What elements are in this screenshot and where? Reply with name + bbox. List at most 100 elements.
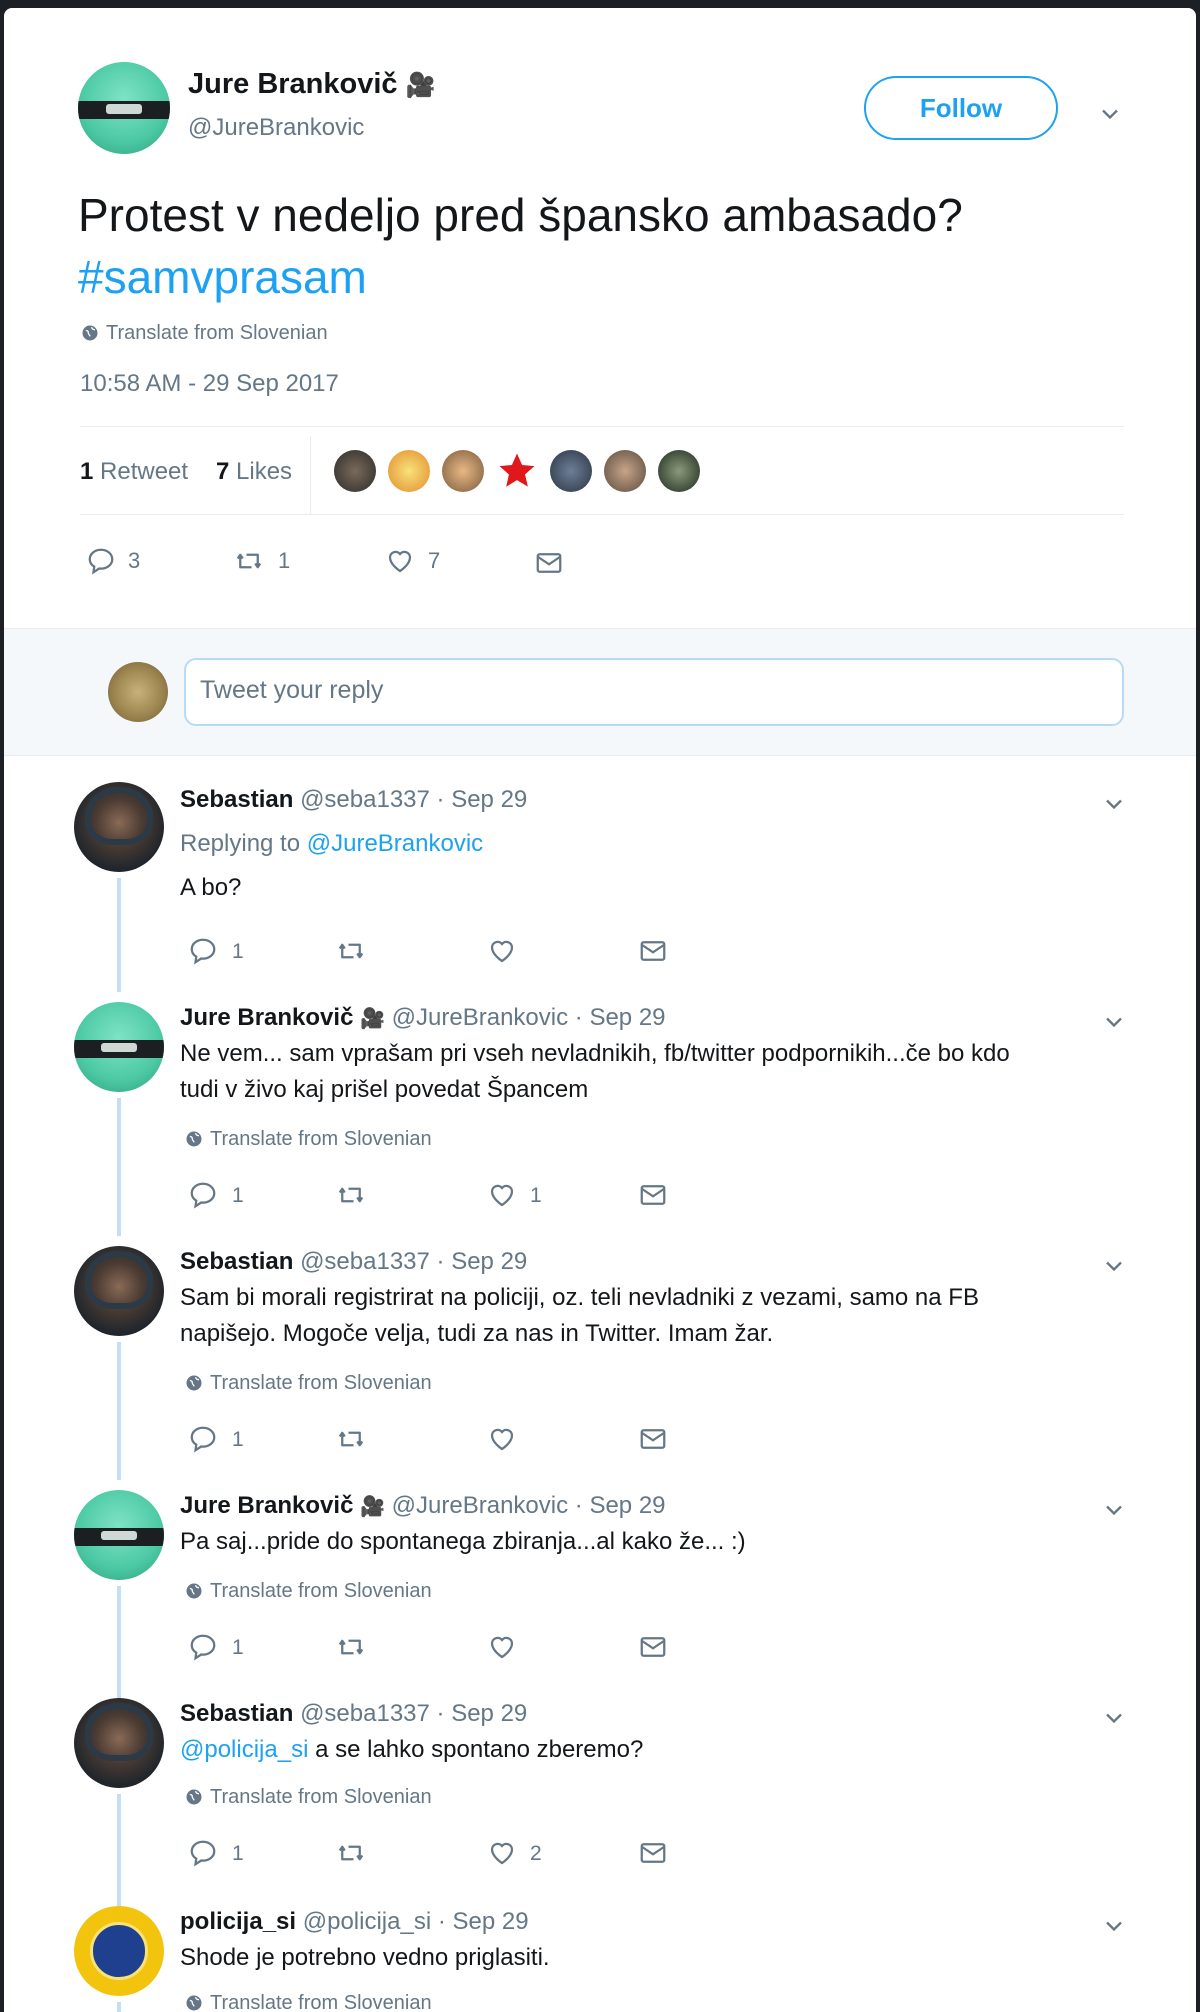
liker-avatar[interactable]	[604, 450, 646, 492]
reply-icon	[188, 936, 218, 966]
liker-avatar[interactable]	[550, 450, 592, 492]
like-action[interactable]: 1	[486, 1180, 542, 1210]
translate-link[interactable]: Translate from Slovenian	[184, 1128, 432, 1151]
author-handle[interactable]: @JureBrankovic	[188, 114, 364, 142]
retweet-icon[interactable]	[334, 1424, 368, 1454]
reply-avatar[interactable]	[74, 1246, 164, 1336]
liker-avatar[interactable]	[442, 450, 484, 492]
retweet-stat[interactable]: 1 Retweet	[80, 458, 188, 486]
reply-action[interactable]: 1	[188, 1632, 244, 1662]
heart-icon	[384, 546, 416, 576]
reply-action[interactable]: 3	[86, 546, 140, 576]
reply-avatar[interactable]	[74, 1490, 164, 1580]
tweet-detail-card: Jure Brankovič 🎥 @JureBrankovic Follow P…	[4, 8, 1196, 2012]
chevron-down-icon[interactable]	[1100, 1496, 1128, 1524]
thread-line	[117, 2002, 121, 2012]
red-star-icon	[499, 453, 535, 487]
stats-separator	[310, 436, 311, 514]
reply-text-line: napišejo. Mogoče velja, tudi za nas in T…	[180, 1320, 774, 1347]
chevron-down-icon[interactable]	[1100, 1008, 1128, 1036]
thread-line	[117, 1342, 121, 1480]
reply-icon	[188, 1838, 218, 1868]
video-camera-icon: 🎥	[360, 1496, 385, 1518]
reply-action[interactable]: 1	[188, 936, 244, 966]
direct-message-icon[interactable]	[532, 548, 566, 578]
translate-link[interactable]: Translate from Slovenian	[184, 1786, 432, 1809]
heart-icon[interactable]	[486, 1632, 518, 1662]
follow-button[interactable]: Follow	[864, 76, 1058, 140]
reply-header: Jure Brankovič 🎥 @JureBrankovic · Sep 29	[180, 1004, 666, 1031]
retweet-icon[interactable]	[334, 1180, 368, 1210]
reply-text: @policija_si a se lahko spontano zberemo…	[180, 1736, 644, 1763]
reply-header: Sebastian @seba1337 · Sep 29	[180, 1700, 528, 1727]
chevron-down-icon[interactable]	[1096, 100, 1124, 128]
liker-avatar[interactable]	[334, 450, 376, 492]
direct-message-icon[interactable]	[636, 1838, 670, 1868]
hashtag-link[interactable]: #samvprasam	[78, 250, 367, 304]
chevron-down-icon[interactable]	[1100, 1252, 1128, 1280]
reply-icon	[188, 1180, 218, 1210]
reply-avatar[interactable]	[74, 1002, 164, 1092]
reply-icon	[86, 546, 116, 576]
reply-text: Pa saj...pride do spontanega zbiranja...…	[180, 1528, 746, 1555]
like-action[interactable]: 2	[486, 1838, 542, 1868]
translate-link[interactable]: Translate from Slovenian	[80, 322, 328, 345]
globe-icon	[184, 1787, 204, 1807]
reply-header: Sebastian @seba1337 · Sep 29	[180, 1248, 528, 1275]
translate-link[interactable]: Translate from Slovenian	[184, 1992, 432, 2012]
retweet-action[interactable]: 1	[232, 546, 290, 576]
thread-line	[117, 1794, 121, 1908]
translate-link[interactable]: Translate from Slovenian	[184, 1580, 432, 1603]
video-camera-icon: 🎥	[405, 72, 436, 99]
direct-message-icon[interactable]	[636, 936, 670, 966]
reply-action[interactable]: 1	[188, 1424, 244, 1454]
reply-header: Jure Brankovič 🎥 @JureBrankovic · Sep 29	[180, 1492, 666, 1519]
tweet-text: Protest v nedeljo pred špansko ambasado?	[78, 189, 963, 241]
thread-line	[117, 878, 121, 992]
globe-icon	[184, 1993, 204, 2012]
globe-icon	[80, 323, 100, 343]
globe-icon	[184, 1581, 204, 1601]
globe-icon	[184, 1129, 204, 1149]
reply-action[interactable]: 1	[188, 1180, 244, 1210]
chevron-down-icon[interactable]	[1100, 1912, 1128, 1940]
reply-text: A bo?	[180, 874, 242, 901]
reply-text: Shode je potrebno vedno priglasiti.	[180, 1944, 550, 1971]
reply-avatar[interactable]	[74, 1698, 164, 1788]
liker-avatar[interactable]	[496, 450, 538, 492]
heart-icon	[486, 1180, 518, 1210]
direct-message-icon[interactable]	[636, 1632, 670, 1662]
retweet-icon[interactable]	[334, 1838, 368, 1868]
replying-to: Replying to @JureBrankovic	[180, 830, 484, 857]
likes-stat[interactable]: 7 Likes	[216, 458, 292, 486]
reply-avatar[interactable]	[74, 1906, 164, 1996]
retweet-icon[interactable]	[334, 1632, 368, 1662]
heart-icon[interactable]	[486, 1424, 518, 1454]
current-user-avatar[interactable]	[108, 662, 168, 722]
like-action[interactable]: 7	[384, 546, 440, 576]
retweet-icon[interactable]	[334, 936, 368, 966]
reply-placeholder: Tweet your reply	[200, 676, 384, 704]
retweet-icon	[232, 546, 266, 576]
reply-avatar[interactable]	[74, 782, 164, 872]
direct-message-icon[interactable]	[636, 1424, 670, 1454]
video-camera-icon: 🎥	[360, 1008, 385, 1030]
reply-action[interactable]: 1	[188, 1838, 244, 1868]
reply-input[interactable]: Tweet your reply	[184, 658, 1124, 726]
direct-message-icon[interactable]	[636, 1180, 670, 1210]
author-name[interactable]: Jure Brankovič 🎥	[188, 68, 436, 101]
heart-icon[interactable]	[486, 936, 518, 966]
chevron-down-icon[interactable]	[1100, 1704, 1128, 1732]
thread-line	[117, 1098, 121, 1236]
chevron-down-icon[interactable]	[1100, 790, 1128, 818]
liker-avatar[interactable]	[658, 450, 700, 492]
reply-header: policija_si @policija_si · Sep 29	[180, 1908, 529, 1935]
translate-link[interactable]: Translate from Slovenian	[184, 1372, 432, 1395]
tweet-timestamp[interactable]: 10:58 AM - 29 Sep 2017	[80, 370, 339, 398]
reply-icon	[188, 1632, 218, 1662]
author-avatar[interactable]	[78, 62, 170, 154]
liker-avatar[interactable]	[388, 450, 430, 492]
reply-icon	[188, 1424, 218, 1454]
reply-header: Sebastian @seba1337 · Sep 29	[180, 786, 528, 813]
thread-line	[117, 1586, 121, 1700]
